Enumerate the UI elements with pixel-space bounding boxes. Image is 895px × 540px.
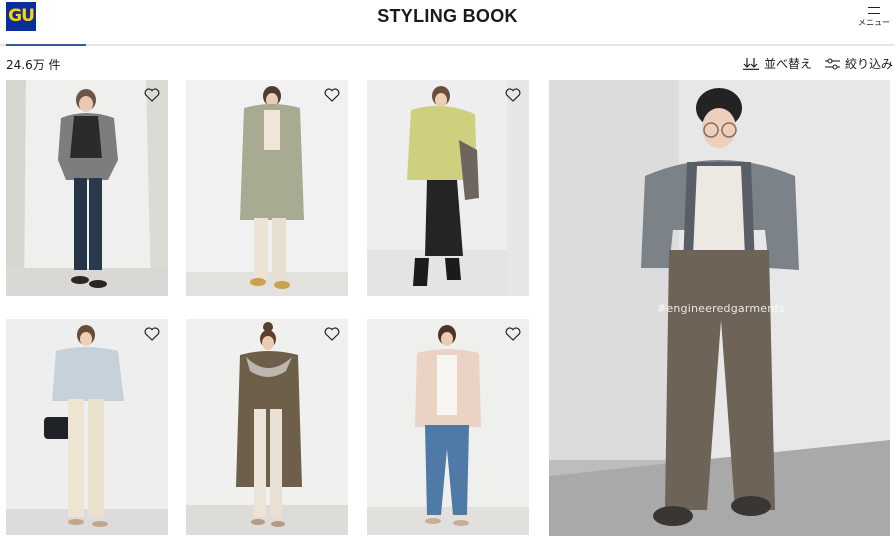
styling-card[interactable] [367, 319, 529, 535]
sort-icon [743, 57, 759, 70]
outfit-photo [186, 80, 348, 296]
menu-label: メニュー [858, 18, 890, 27]
styling-card[interactable] [6, 80, 168, 296]
outfit-photo [6, 80, 168, 296]
outfit-photo [6, 319, 168, 535]
result-count: 24.6万 件 [6, 58, 61, 72]
styling-card[interactable] [6, 319, 168, 535]
hamburger-icon [868, 7, 880, 14]
outfit-photo [367, 80, 529, 296]
header: GU STYLING BOOK メニュー [0, 0, 895, 44]
header-divider [0, 44, 895, 46]
styling-card[interactable] [367, 80, 529, 296]
menu-button[interactable]: メニュー [857, 4, 891, 28]
outfit-photo [367, 319, 529, 535]
favorite-heart-icon[interactable] [144, 327, 160, 341]
favorite-heart-icon[interactable] [144, 88, 160, 102]
favorite-heart-icon[interactable] [505, 88, 521, 102]
favorite-heart-icon[interactable] [324, 88, 340, 102]
active-tab-indicator [6, 44, 86, 46]
page-title: STYLING BOOK [377, 6, 518, 26]
styling-card[interactable] [186, 319, 348, 535]
styling-card[interactable] [186, 80, 348, 296]
filter-label: 絞り込み [845, 57, 894, 71]
sort-button[interactable]: 並べ替え [743, 55, 812, 72]
filter-icon [825, 57, 840, 70]
filter-button[interactable]: 絞り込み [825, 55, 893, 72]
featured-styling-card[interactable]: #engineeredgarments [549, 80, 890, 536]
photo-hashtag: #engineeredgarments [657, 302, 785, 315]
outfit-photo [186, 319, 348, 535]
sort-label: 並べ替え [764, 57, 813, 71]
favorite-heart-icon[interactable] [505, 327, 521, 341]
favorite-heart-icon[interactable] [324, 327, 340, 341]
